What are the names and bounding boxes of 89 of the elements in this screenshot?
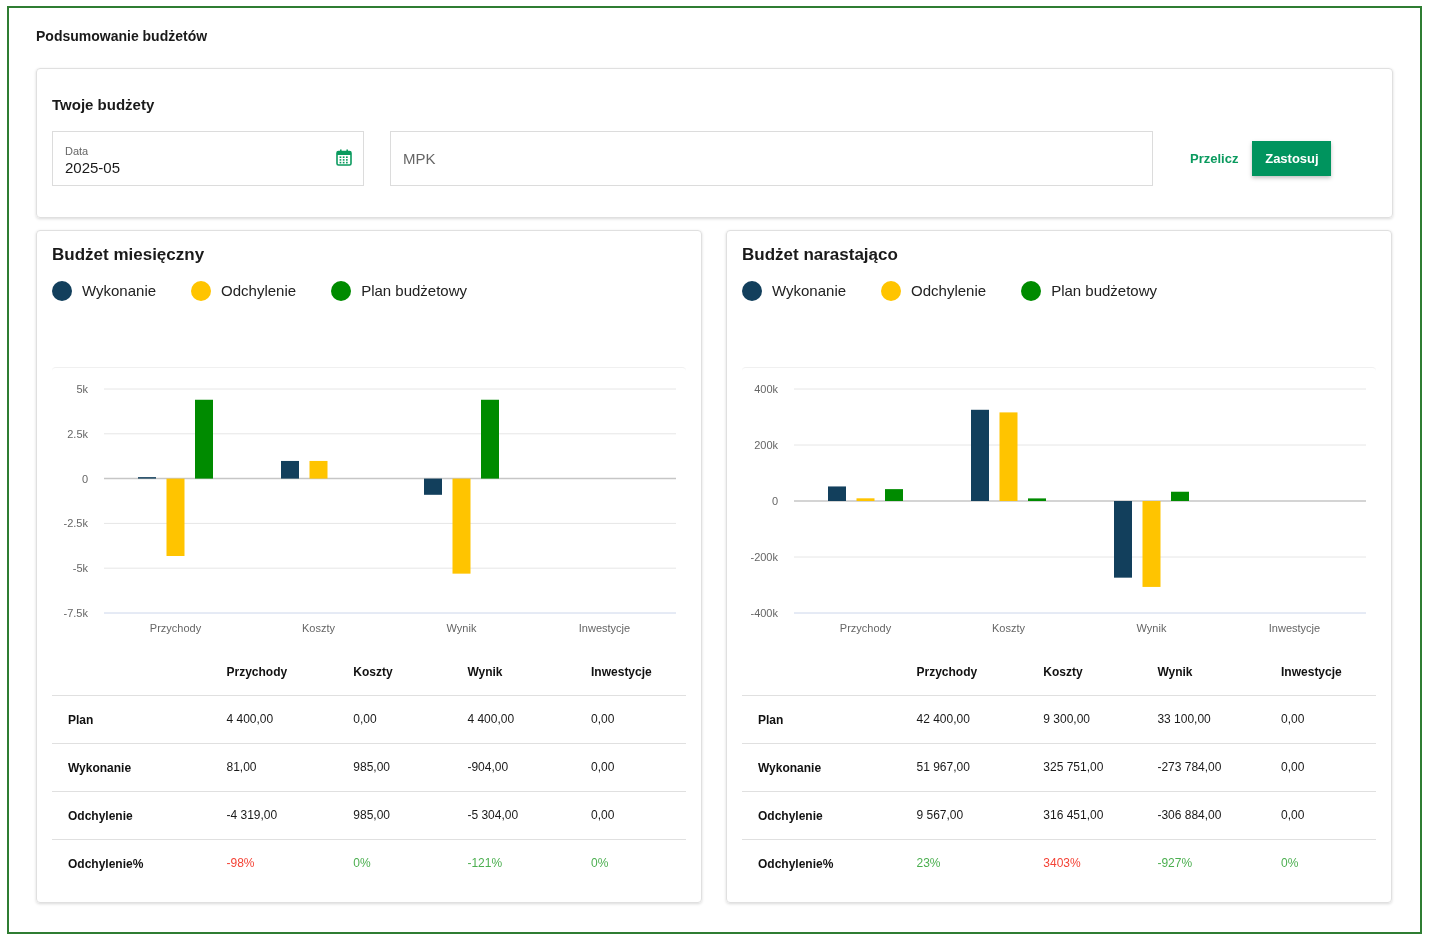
card-title: Twoje budżety bbox=[52, 95, 156, 115]
legend-label[interactable]: Plan budżetowy bbox=[361, 279, 468, 303]
table-cell: 9 567,00 bbox=[916, 808, 964, 822]
table-cell: 0,00 bbox=[1281, 760, 1305, 774]
card-title: Budżet miesięczny bbox=[52, 244, 206, 266]
table-cell: -273 784,00 bbox=[1157, 760, 1222, 774]
table-cell: 0,00 bbox=[1281, 712, 1305, 726]
table-cell: 0,00 bbox=[591, 712, 615, 726]
table-cell: 0% bbox=[1281, 856, 1299, 871]
row-header: Odchylenie% bbox=[68, 857, 144, 872]
bar bbox=[281, 460, 299, 479]
category-label: Wynik bbox=[446, 622, 477, 634]
row-header: Wykonanie bbox=[68, 761, 132, 775]
axis-tick-label: 200k bbox=[754, 439, 778, 451]
column-header: Przychody bbox=[226, 664, 288, 679]
legend-label[interactable]: Odchylenie bbox=[911, 279, 987, 303]
table-cell: 316 451,00 bbox=[1043, 808, 1104, 822]
table-cell: 0% bbox=[591, 856, 609, 871]
table-cell: 3403% bbox=[1043, 856, 1081, 871]
column-header: Wynik bbox=[467, 664, 503, 679]
table-cell: -306 884,00 bbox=[1157, 808, 1222, 822]
bar bbox=[1028, 498, 1046, 501]
table-cell: 23% bbox=[916, 856, 941, 871]
bar bbox=[828, 486, 846, 501]
legend-label[interactable]: Plan budżetowy bbox=[1051, 279, 1158, 303]
axis-tick-label: -5k bbox=[72, 562, 88, 575]
bar bbox=[309, 460, 328, 479]
table-cell: 0,00 bbox=[591, 808, 615, 822]
table-cell: 0,00 bbox=[591, 760, 615, 774]
table-cell: -904,00 bbox=[467, 760, 509, 774]
category-label: Przychody bbox=[839, 622, 892, 634]
category-label: Koszty bbox=[302, 622, 335, 634]
legend-label[interactable]: Odchylenie bbox=[221, 279, 297, 303]
bar bbox=[1171, 491, 1189, 501]
bar bbox=[885, 489, 903, 501]
row-header: Odchylenie bbox=[68, 809, 133, 823]
table-cell: 4 400,00 bbox=[226, 712, 274, 726]
axis-tick-label: -7.5k bbox=[63, 607, 88, 619]
table-cell: 9 300,00 bbox=[1043, 712, 1090, 726]
table-cell: 0,00 bbox=[1281, 808, 1305, 822]
table-cell: 42 400,00 bbox=[916, 712, 970, 726]
table-cell: 33 100,00 bbox=[1157, 712, 1211, 726]
table-cell: 81,00 bbox=[226, 760, 257, 774]
row-header: Odchylenie bbox=[758, 809, 823, 823]
table-cell: 985,00 bbox=[353, 808, 390, 822]
axis-tick-label: 400k bbox=[754, 383, 778, 395]
axis-tick-label: -2.5k bbox=[63, 517, 88, 530]
field-label: Data bbox=[65, 144, 89, 158]
column-header: Wynik bbox=[1157, 664, 1193, 679]
axis-tick-label: -200k bbox=[750, 551, 778, 563]
category-label: Przychody bbox=[149, 622, 202, 634]
column-header: Inwestycje bbox=[1281, 664, 1342, 679]
table-cell: 0,00 bbox=[353, 712, 377, 726]
card-title: Budżet narastająco bbox=[742, 244, 899, 266]
axis-tick-label: 5k bbox=[76, 383, 88, 395]
category-label: Inwestycje bbox=[1268, 622, 1321, 634]
bar bbox=[856, 498, 875, 501]
table-cell: -98% bbox=[226, 856, 255, 871]
axis-tick-label: 0 bbox=[771, 495, 778, 507]
row-header: Odchylenie% bbox=[758, 857, 834, 872]
table-cell: -121% bbox=[467, 856, 503, 871]
recalculate-link[interactable]: Przelicz bbox=[1190, 148, 1239, 169]
table-cell: -4 319,00 bbox=[226, 808, 278, 822]
table-cell: 0% bbox=[353, 856, 371, 871]
category-label: Inwestycje bbox=[578, 622, 631, 634]
row-header: Wykonanie bbox=[758, 761, 822, 775]
column-header: Koszty bbox=[1043, 664, 1083, 679]
table-cell: 51 967,00 bbox=[916, 760, 970, 774]
axis-tick-label: 2.5k bbox=[67, 427, 88, 440]
category-label: Wynik bbox=[1136, 622, 1167, 634]
axis-tick-label: -400k bbox=[750, 607, 778, 619]
mpk-field[interactable]: MPK bbox=[390, 131, 1153, 186]
column-header: Przychody bbox=[916, 664, 978, 679]
table-cell: 985,00 bbox=[353, 760, 390, 774]
apply-button[interactable]: Zastosuj bbox=[1252, 141, 1332, 176]
table-cell: 325 751,00 bbox=[1043, 760, 1104, 774]
row-header: Plan bbox=[68, 713, 94, 727]
category-label: Koszty bbox=[992, 622, 1025, 634]
column-header: Inwestycje bbox=[591, 664, 652, 679]
column-header: Koszty bbox=[353, 664, 393, 679]
page-title: Podsumowanie budżetów bbox=[36, 27, 209, 46]
table-cell: -5 304,00 bbox=[467, 808, 519, 822]
table-cell: 4 400,00 bbox=[467, 712, 515, 726]
row-header: Plan bbox=[758, 713, 784, 727]
axis-tick-label: 0 bbox=[81, 472, 88, 485]
calendar-icon[interactable] bbox=[336, 149, 352, 166]
legend-label[interactable]: Wykonanie bbox=[82, 279, 157, 303]
legend-label[interactable]: Wykonanie bbox=[772, 279, 847, 303]
table-cell: -927% bbox=[1157, 856, 1193, 871]
